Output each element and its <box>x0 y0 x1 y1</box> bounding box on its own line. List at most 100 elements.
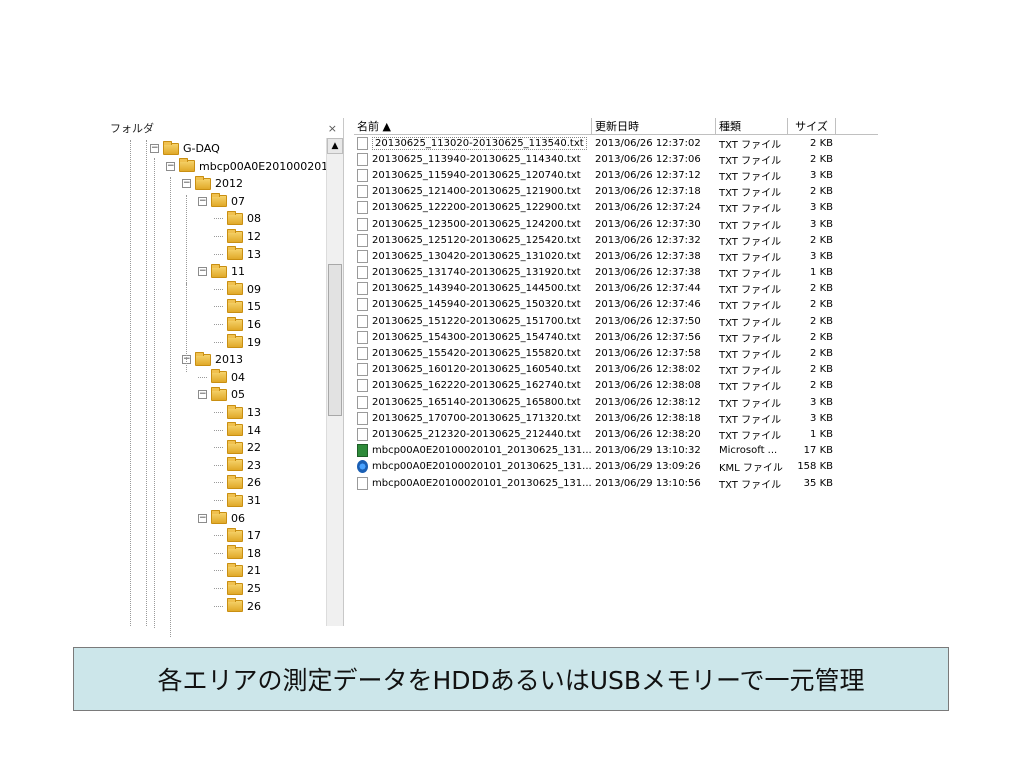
tree-guide-line <box>170 177 171 637</box>
txt-file-icon <box>357 330 368 344</box>
file-row[interactable]: 20130625_151220-20130625_151700.txt 2013/… <box>354 313 878 329</box>
xls-file-icon <box>357 444 368 458</box>
tree-node[interactable]: 09 <box>214 281 261 298</box>
tree-node[interactable]: − 07 <box>198 193 245 210</box>
tree-node[interactable]: 13 <box>214 404 261 421</box>
tree-node-label: 17 <box>247 529 261 543</box>
file-row[interactable]: 20130625_115940-20130625_120740.txt 2013/… <box>354 167 878 183</box>
file-name-cell: 20130625_113940-20130625_114340.txt <box>354 152 592 166</box>
folder-icon <box>211 386 227 401</box>
collapse-icon[interactable]: − <box>150 144 159 153</box>
tree-node[interactable]: 21 <box>214 562 261 579</box>
file-row[interactable]: mbcp00A0E20100020101_20130625_131... 2013… <box>354 443 878 459</box>
tree-node[interactable]: − 06 <box>198 510 245 527</box>
tree-node[interactable]: 31 <box>214 492 261 509</box>
file-row[interactable]: 20130625_162220-20130625_162740.txt 2013/… <box>354 378 878 394</box>
tree-node[interactable]: 04 <box>198 369 245 386</box>
tree-node[interactable]: 08 <box>214 210 261 227</box>
file-size: 3 KB <box>810 218 833 230</box>
tree-node[interactable]: 18 <box>214 545 261 562</box>
tree-node[interactable]: 22 <box>214 439 261 456</box>
folder-icon <box>227 316 243 331</box>
tree-node[interactable]: − G-DAQ <box>150 140 220 157</box>
collapse-icon[interactable]: − <box>198 196 207 206</box>
tree-node-label: 07 <box>231 194 245 208</box>
folder-icon <box>211 510 227 525</box>
file-type: TXT ファイル <box>719 301 782 313</box>
tree-node[interactable]: 17 <box>214 527 261 544</box>
collapse-icon[interactable]: − <box>166 161 175 171</box>
tree-node-label: 31 <box>247 494 261 507</box>
tree-node-label: 22 <box>247 441 261 455</box>
tree-node[interactable]: 23 <box>214 457 261 474</box>
file-type: TXT ファイル <box>719 252 782 264</box>
file-row[interactable]: 20130625_212320-20130625_212440.txt 2013/… <box>354 426 878 442</box>
file-name: 20130625_151220-20130625_151700.txt <box>372 315 581 327</box>
tree-node[interactable]: 16 <box>214 316 261 333</box>
tree-node-label: 21 <box>247 564 261 578</box>
close-icon[interactable]: × <box>328 122 337 135</box>
scroll-up-arrow-icon[interactable]: ▲ <box>327 138 343 154</box>
file-row[interactable]: 20130625_113020-20130625_113540.txt 2013/… <box>354 135 878 151</box>
file-size: 2 KB <box>810 283 833 295</box>
file-date: 2013/06/26 12:38:02 <box>595 364 701 376</box>
folder-icon <box>227 545 243 560</box>
file-row[interactable]: 20130625_145940-20130625_150320.txt 2013/… <box>354 297 878 313</box>
tree-node-label: mbcp00A0E2010002010 <box>199 159 336 173</box>
column-date-header[interactable]: 更新日時 <box>592 118 716 134</box>
file-name: 20130625_155420-20130625_155820.txt <box>372 348 581 360</box>
file-row[interactable]: mbcp00A0E20100020101_20130625_131... 2013… <box>354 459 878 475</box>
file-row[interactable]: mbcp00A0E20100020101_20130625_131... 2013… <box>354 475 878 491</box>
tree-node[interactable]: 14 <box>214 422 261 439</box>
file-row[interactable]: 20130625_123500-20130625_124200.txt 2013/… <box>354 216 878 232</box>
file-type: TXT ファイル <box>719 171 782 183</box>
file-row[interactable]: 20130625_154300-20130625_154740.txt 2013/… <box>354 329 878 345</box>
file-row[interactable]: 20130625_125120-20130625_125420.txt 2013/… <box>354 232 878 248</box>
collapse-icon[interactable]: − <box>182 179 191 189</box>
tree-node[interactable]: 15 <box>214 298 261 315</box>
tree-node[interactable]: − mbcp00A0E2010002010 <box>166 158 335 175</box>
file-type: TXT ファイル <box>719 414 782 426</box>
file-row[interactable]: 20130625_165140-20130625_165800.txt 2013/… <box>354 394 878 410</box>
file-row[interactable]: 20130625_131740-20130625_131920.txt 2013/… <box>354 265 878 281</box>
file-row[interactable]: 20130625_160120-20130625_160540.txt 2013/… <box>354 362 878 378</box>
file-name: 20130625_212320-20130625_212440.txt <box>372 428 581 440</box>
scrollbar-thumb[interactable] <box>328 264 342 416</box>
collapse-icon[interactable]: − <box>198 267 207 277</box>
column-name-header[interactable]: 名前 ▲ <box>354 118 592 134</box>
file-row[interactable]: 20130625_155420-20130625_155820.txt 2013/… <box>354 345 878 361</box>
folder-icon <box>211 369 227 384</box>
file-row[interactable]: 20130625_130420-20130625_131020.txt 2013/… <box>354 248 878 264</box>
tree-guide-line <box>186 282 187 372</box>
vertical-scrollbar[interactable]: ▲ <box>326 138 343 626</box>
collapse-icon[interactable]: − <box>198 513 207 523</box>
tree-node[interactable]: −2013 <box>182 351 243 368</box>
tree-node[interactable]: 13 <box>214 246 261 263</box>
file-row[interactable]: 20130625_121400-20130625_121900.txt 2013/… <box>354 184 878 200</box>
file-name-cell: 20130625_125120-20130625_125420.txt <box>354 233 592 247</box>
tree-node[interactable]: − 05 <box>198 386 245 403</box>
tree-node[interactable]: 26 <box>214 474 261 491</box>
tree-node[interactable]: 26 <box>214 598 261 615</box>
tree-node[interactable]: 12 <box>214 228 261 245</box>
collapse-icon[interactable]: − <box>198 390 207 400</box>
file-name-cell: 20130625_160120-20130625_160540.txt <box>354 363 592 377</box>
column-size-header[interactable]: サイズ <box>788 118 836 134</box>
file-size: 2 KB <box>810 137 833 149</box>
file-name: 20130625_170700-20130625_171320.txt <box>372 412 581 424</box>
file-row[interactable]: 20130625_113940-20130625_114340.txt 2013/… <box>354 151 878 167</box>
tree-node[interactable]: 25 <box>214 580 261 597</box>
file-size: 3 KB <box>810 202 833 214</box>
file-row[interactable]: 20130625_122200-20130625_122900.txt 2013/… <box>354 200 878 216</box>
file-date: 2013/06/26 12:37:12 <box>595 169 701 181</box>
tree-connector <box>198 376 207 378</box>
tree-connector <box>214 535 223 537</box>
file-row[interactable]: 20130625_170700-20130625_171320.txt 2013/… <box>354 410 878 426</box>
tree-node[interactable]: − 2012 <box>182 175 243 192</box>
file-name: 20130625_123500-20130625_124200.txt <box>372 218 581 230</box>
tree-node[interactable]: − 11 <box>198 263 245 280</box>
file-row[interactable]: 20130625_143940-20130625_144500.txt 2013/… <box>354 281 878 297</box>
tree-node[interactable]: 19 <box>214 334 261 351</box>
column-type-header[interactable]: 種類 <box>716 118 788 134</box>
txt-file-icon <box>357 379 368 393</box>
